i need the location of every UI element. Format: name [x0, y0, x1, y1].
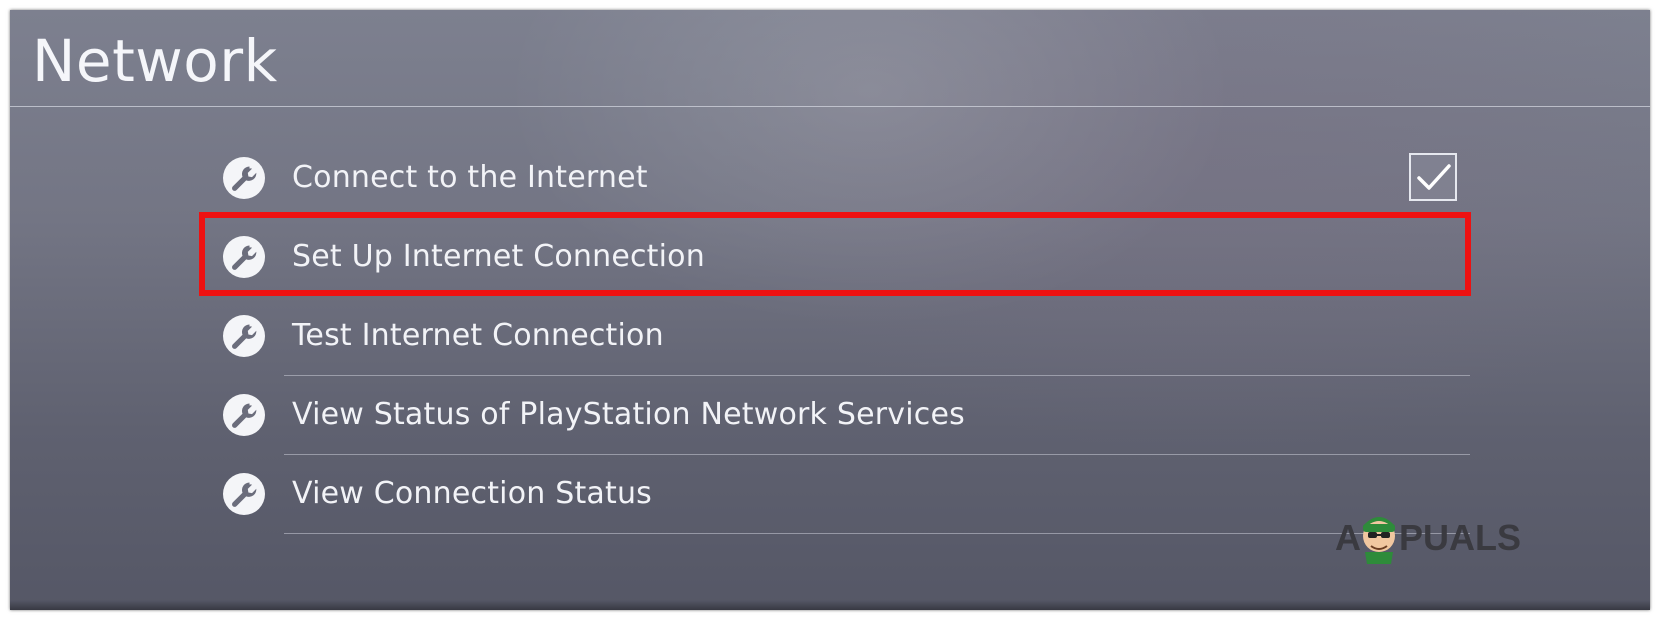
- menu-item-label: Set Up Internet Connection: [292, 239, 705, 274]
- appuals-mascot-logo: [1363, 517, 1395, 564]
- menu-item-label: View Connection Status: [292, 476, 653, 511]
- menu-item-label: Connect to the Internet: [292, 160, 648, 195]
- network-settings-screen: Network Connect to the Internet Set Up I…: [10, 10, 1650, 610]
- menu-item-label: View Status of PlayStation Network Servi…: [292, 397, 965, 432]
- svg-text:A: A: [1335, 517, 1361, 558]
- wrench-icon: [222, 314, 266, 358]
- wrench-icon: [222, 393, 266, 437]
- connect-to-internet-checkbox[interactable]: [1409, 153, 1457, 201]
- wrench-icon: [222, 156, 266, 200]
- menu-item-view-connection-status[interactable]: View Connection Status: [220, 454, 1470, 534]
- wrench-icon: [222, 472, 266, 516]
- menu-divider: [284, 533, 1470, 534]
- menu-item-view-psn-status[interactable]: View Status of PlayStation Network Servi…: [220, 375, 1470, 455]
- appuals-watermark-logo: A PUALS: [1335, 504, 1540, 564]
- menu-item-set-up-internet-connection[interactable]: Set Up Internet Connection: [220, 217, 1470, 297]
- menu-item-label: Test Internet Connection: [292, 318, 664, 353]
- wrench-icon: [222, 235, 266, 279]
- menu-item-test-internet-connection[interactable]: Test Internet Connection: [220, 296, 1470, 376]
- svg-text:PUALS: PUALS: [1399, 517, 1521, 558]
- menu-item-connect-to-the-internet[interactable]: Connect to the Internet: [220, 138, 1470, 218]
- checkmark-icon: [1417, 164, 1451, 190]
